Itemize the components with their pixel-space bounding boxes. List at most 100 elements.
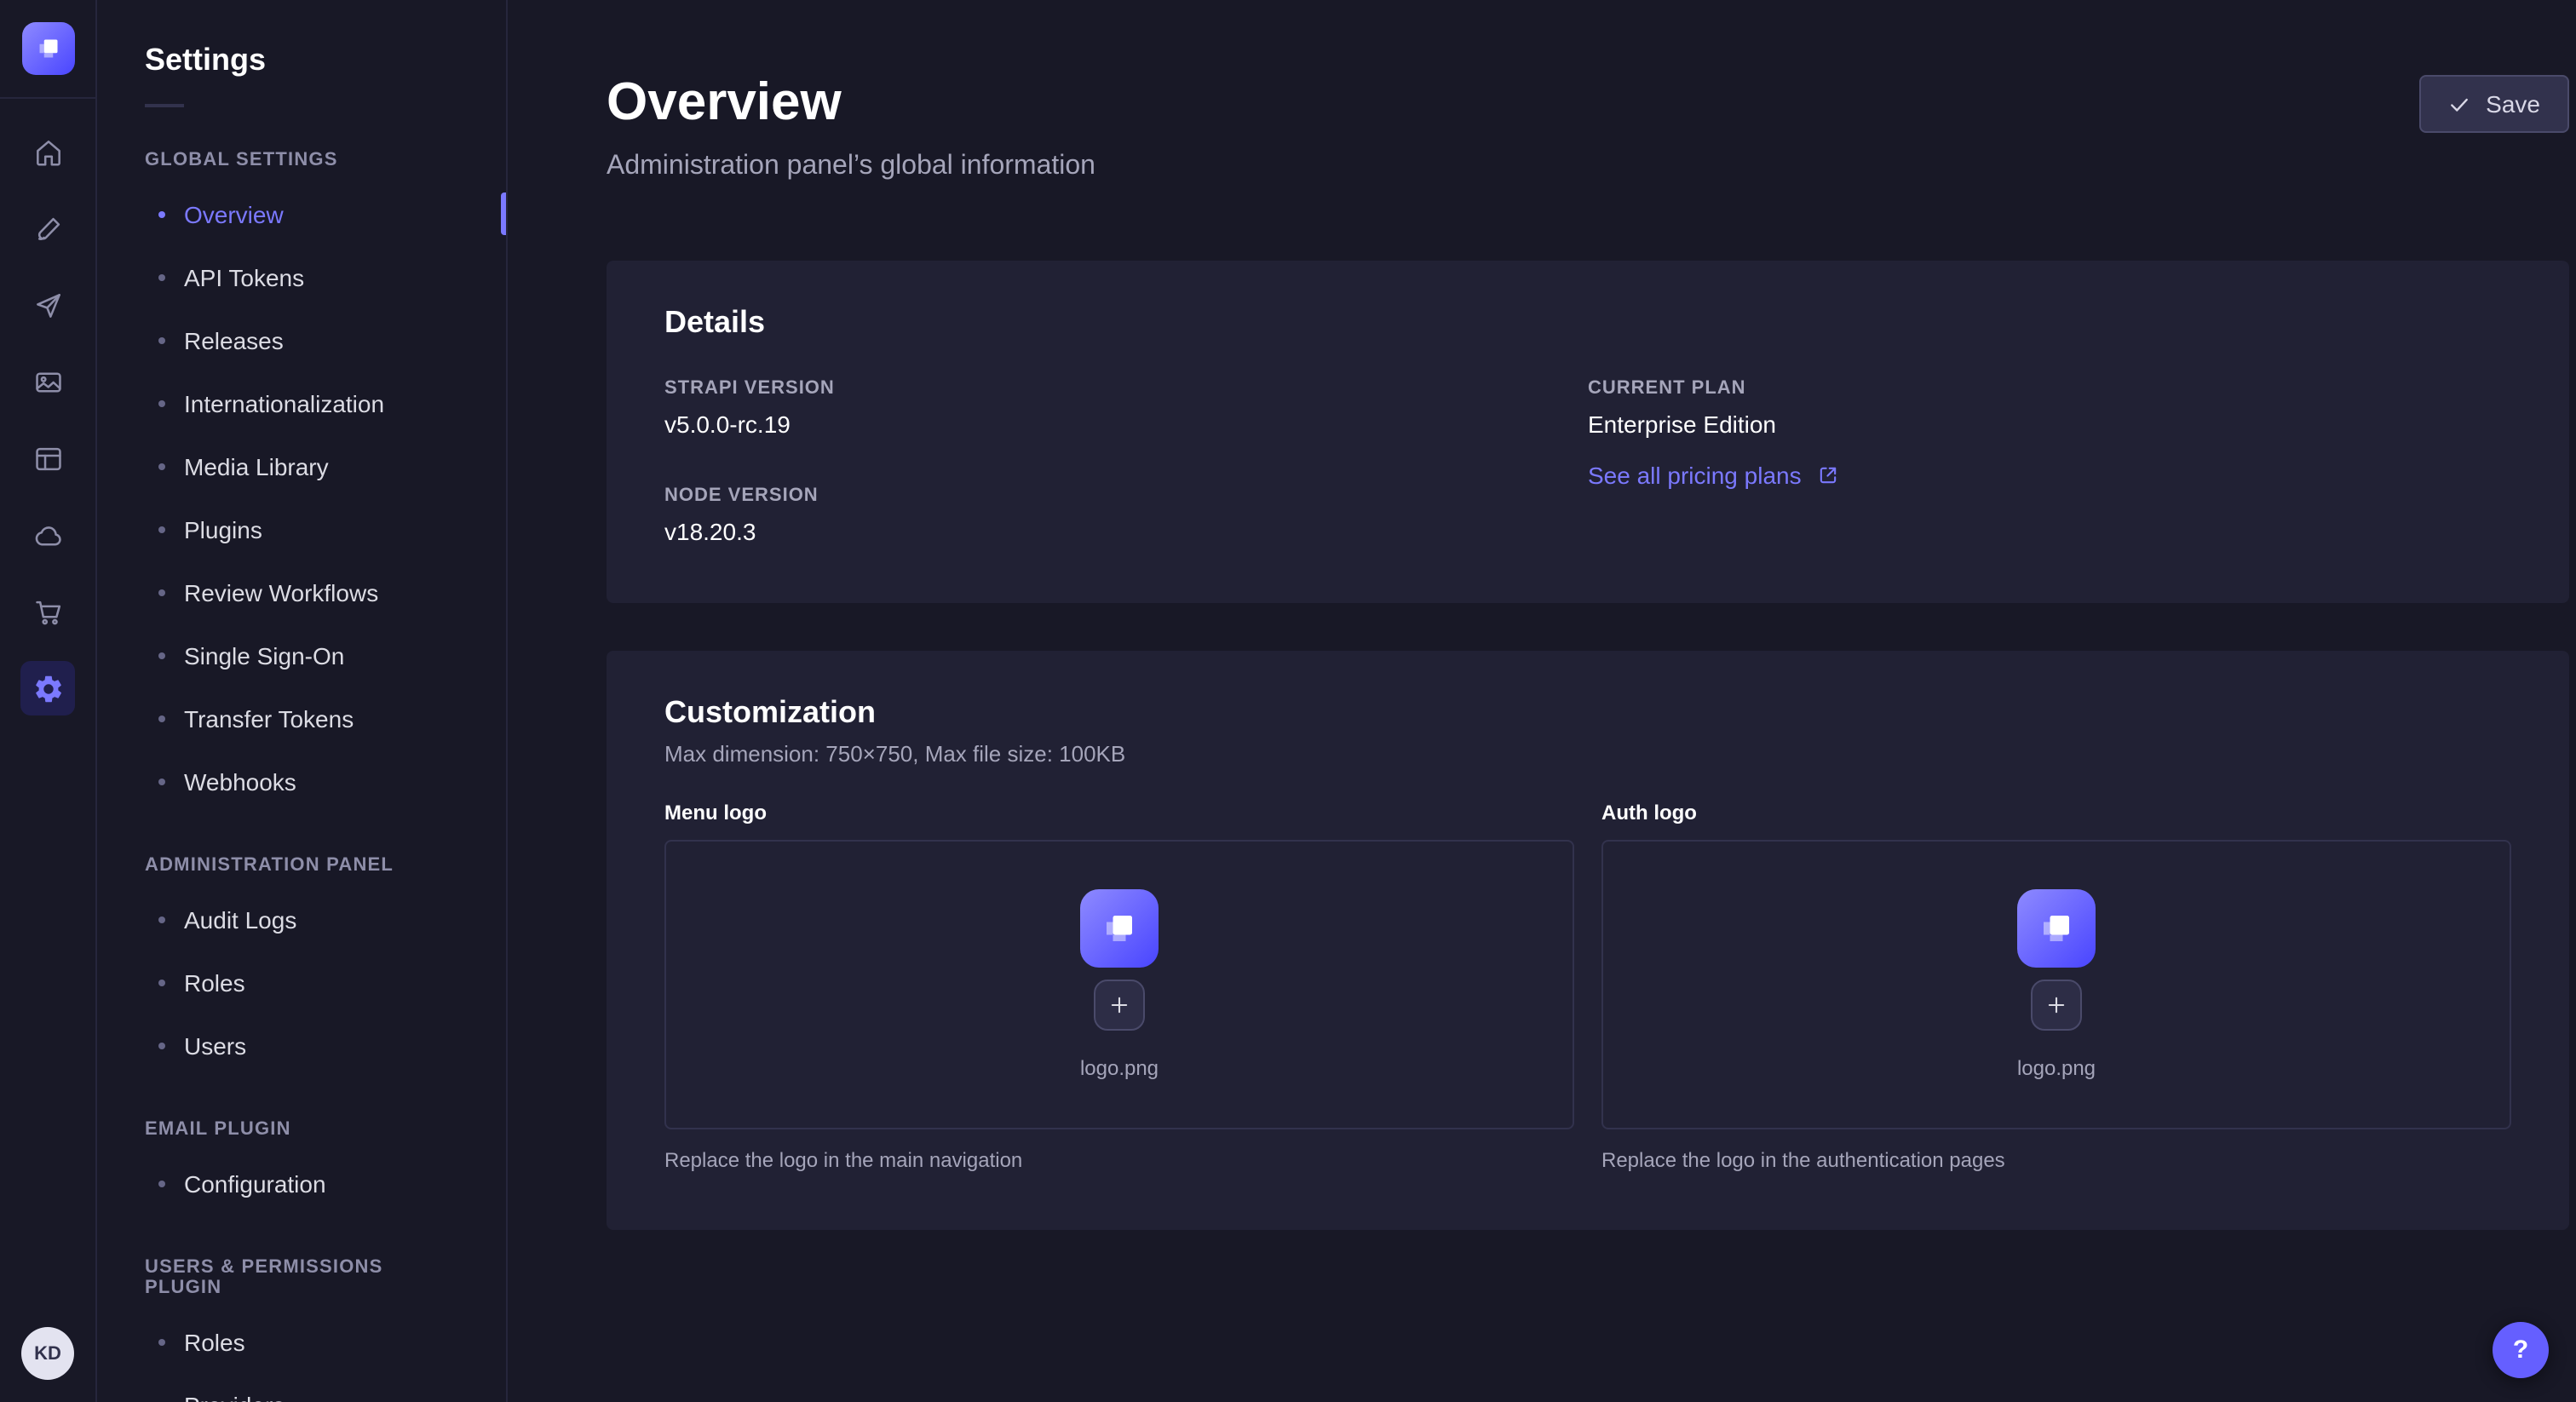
sidebar-item-label: Plugins (184, 515, 262, 543)
sidebar-item-overview[interactable]: Overview (97, 182, 506, 245)
sidebar-item-label: Transfer Tokens (184, 704, 354, 732)
details-left-column: STRAPI VERSION v5.0.0-rc.19 NODE VERSION… (664, 378, 1588, 545)
strapi-logo-icon (1094, 903, 1145, 954)
plus-icon (2044, 993, 2068, 1017)
bullet-dot (158, 210, 165, 217)
sidebar-item-label: Webhooks (184, 767, 296, 795)
nav-section-email-plugin: EMAIL PLUGIN Configuration (97, 1119, 506, 1215)
field-value: Enterprise Edition (1588, 411, 2511, 438)
sidebar-item-admin-users[interactable]: Users (97, 1014, 506, 1077)
details-card: Details STRAPI VERSION v5.0.0-rc.19 NODE… (607, 261, 2569, 603)
rail-divider (0, 97, 96, 99)
sidebar-item-transfer-tokens[interactable]: Transfer Tokens (97, 687, 506, 750)
sidebar-item-label: Roles (184, 968, 245, 996)
bullet-dot (158, 652, 165, 658)
bullet-dot (158, 526, 165, 532)
sidebar-item-label: Providers (184, 1391, 285, 1402)
bullet-dot (158, 589, 165, 595)
bullet-dot (158, 336, 165, 343)
auth-logo-preview (2017, 889, 2096, 968)
marketplace-cart-icon[interactable] (20, 584, 75, 639)
add-logo-button[interactable] (1094, 980, 1145, 1031)
menu-logo-dropzone[interactable]: logo.png (664, 840, 1574, 1129)
sidebar-item-plugins[interactable]: Plugins (97, 497, 506, 560)
sidebar-item-media-library[interactable]: Media Library (97, 434, 506, 497)
strapi-logo[interactable] (21, 22, 74, 75)
save-button-label: Save (2486, 90, 2540, 118)
sidebar-item-webhooks[interactable]: Webhooks (97, 750, 506, 813)
field-label: NODE VERSION (664, 486, 1588, 506)
sidebar-item-label: Audit Logs (184, 905, 296, 933)
upload-label: Menu logo (664, 801, 1574, 825)
current-plan-field: CURRENT PLAN Enterprise Edition See all … (1588, 378, 2511, 492)
field-value: v18.20.3 (664, 518, 1588, 545)
sidebar-item-internationalization[interactable]: Internationalization (97, 371, 506, 434)
content-manager-icon[interactable] (20, 431, 75, 486)
auth-logo-upload: Auth logo logo.png Replace the logo in t… (1601, 801, 2511, 1172)
section-label: GLOBAL SETTINGS (97, 150, 506, 170)
sidebar-item-releases[interactable]: Releases (97, 308, 506, 371)
details-card-title: Details (664, 305, 2511, 341)
nav-section-global-settings: GLOBAL SETTINGS Overview API Tokens Rele… (97, 150, 506, 813)
strapi-version-field: STRAPI VERSION v5.0.0-rc.19 (664, 378, 1588, 438)
settings-gear-icon[interactable] (20, 661, 75, 715)
sidebar-item-audit-logs[interactable]: Audit Logs (97, 888, 506, 951)
sidebar-item-label: Releases (184, 326, 284, 353)
sidebar-item-label: Configuration (184, 1169, 326, 1197)
customization-card: Customization Max dimension: 750×750, Ma… (607, 651, 2569, 1230)
bullet-dot (158, 778, 165, 784)
pricing-plans-link[interactable]: See all pricing plans (1588, 462, 1841, 489)
question-mark-icon: ? (2513, 1336, 2528, 1365)
external-link-icon (1817, 463, 1841, 487)
node-version-field: NODE VERSION v18.20.3 (664, 486, 1588, 545)
menu-logo-preview (1080, 889, 1159, 968)
user-avatar[interactable]: KD (21, 1327, 74, 1380)
section-label: EMAIL PLUGIN (97, 1119, 506, 1140)
add-logo-button[interactable] (2031, 980, 2082, 1031)
sidebar-item-label: Internationalization (184, 389, 384, 417)
upload-hint: Replace the logo in the main navigation (664, 1148, 1574, 1172)
brush-icon[interactable] (20, 201, 75, 256)
page-title: Overview (607, 72, 1095, 133)
strapi-logo-icon (2031, 903, 2082, 954)
save-button[interactable]: Save (2419, 75, 2569, 133)
bullet-dot (158, 273, 165, 280)
field-value: v5.0.0-rc.19 (664, 411, 1588, 438)
nav-section-administration-panel: ADMINISTRATION PANEL Audit Logs Roles Us… (97, 855, 506, 1077)
logo-filename: logo.png (2017, 1056, 2096, 1080)
sidebar-item-review-workflows[interactable]: Review Workflows (97, 560, 506, 623)
sidebar-item-single-sign-on[interactable]: Single Sign-On (97, 623, 506, 687)
bullet-dot (158, 463, 165, 469)
cloud-icon[interactable] (20, 508, 75, 562)
sidebar-item-email-configuration[interactable]: Configuration (97, 1152, 506, 1215)
strapi-logo-icon (30, 31, 66, 66)
subnav-title: Settings (97, 43, 506, 78)
strapi-admin-window: KD Settings GLOBAL SETTINGS Overview API… (0, 0, 2576, 1402)
check-icon (2448, 93, 2470, 115)
sidebar-item-label: Single Sign-On (184, 641, 344, 669)
bullet-dot (158, 979, 165, 985)
bullet-dot (158, 399, 165, 406)
section-label: ADMINISTRATION PANEL (97, 855, 506, 876)
field-label: STRAPI VERSION (664, 378, 1588, 399)
sidebar-item-up-providers[interactable]: Providers (97, 1373, 506, 1402)
sidebar-item-label: Media Library (184, 452, 329, 480)
media-library-icon[interactable] (20, 354, 75, 409)
auth-logo-dropzone[interactable]: logo.png (1601, 840, 2511, 1129)
sidebar-item-up-roles[interactable]: Roles (97, 1310, 506, 1373)
help-button[interactable]: ? (2493, 1322, 2549, 1378)
details-right-column: CURRENT PLAN Enterprise Edition See all … (1588, 378, 2511, 545)
main-nav-rail: KD (0, 0, 97, 1402)
main-content: Overview Administration panel’s global i… (508, 0, 2576, 1402)
settings-subnav: Settings GLOBAL SETTINGS Overview API To… (97, 0, 508, 1402)
home-icon[interactable] (20, 124, 75, 179)
sidebar-item-admin-roles[interactable]: Roles (97, 951, 506, 1014)
paper-plane-icon[interactable] (20, 278, 75, 332)
field-label: CURRENT PLAN (1588, 378, 2511, 399)
sidebar-item-label: Roles (184, 1328, 245, 1355)
sidebar-item-label: Users (184, 1031, 246, 1059)
sidebar-item-api-tokens[interactable]: API Tokens (97, 245, 506, 308)
customization-card-subtitle: Max dimension: 750×750, Max file size: 1… (664, 741, 2511, 767)
customization-card-title: Customization (664, 695, 2511, 731)
upload-hint: Replace the logo in the authentication p… (1601, 1148, 2511, 1172)
